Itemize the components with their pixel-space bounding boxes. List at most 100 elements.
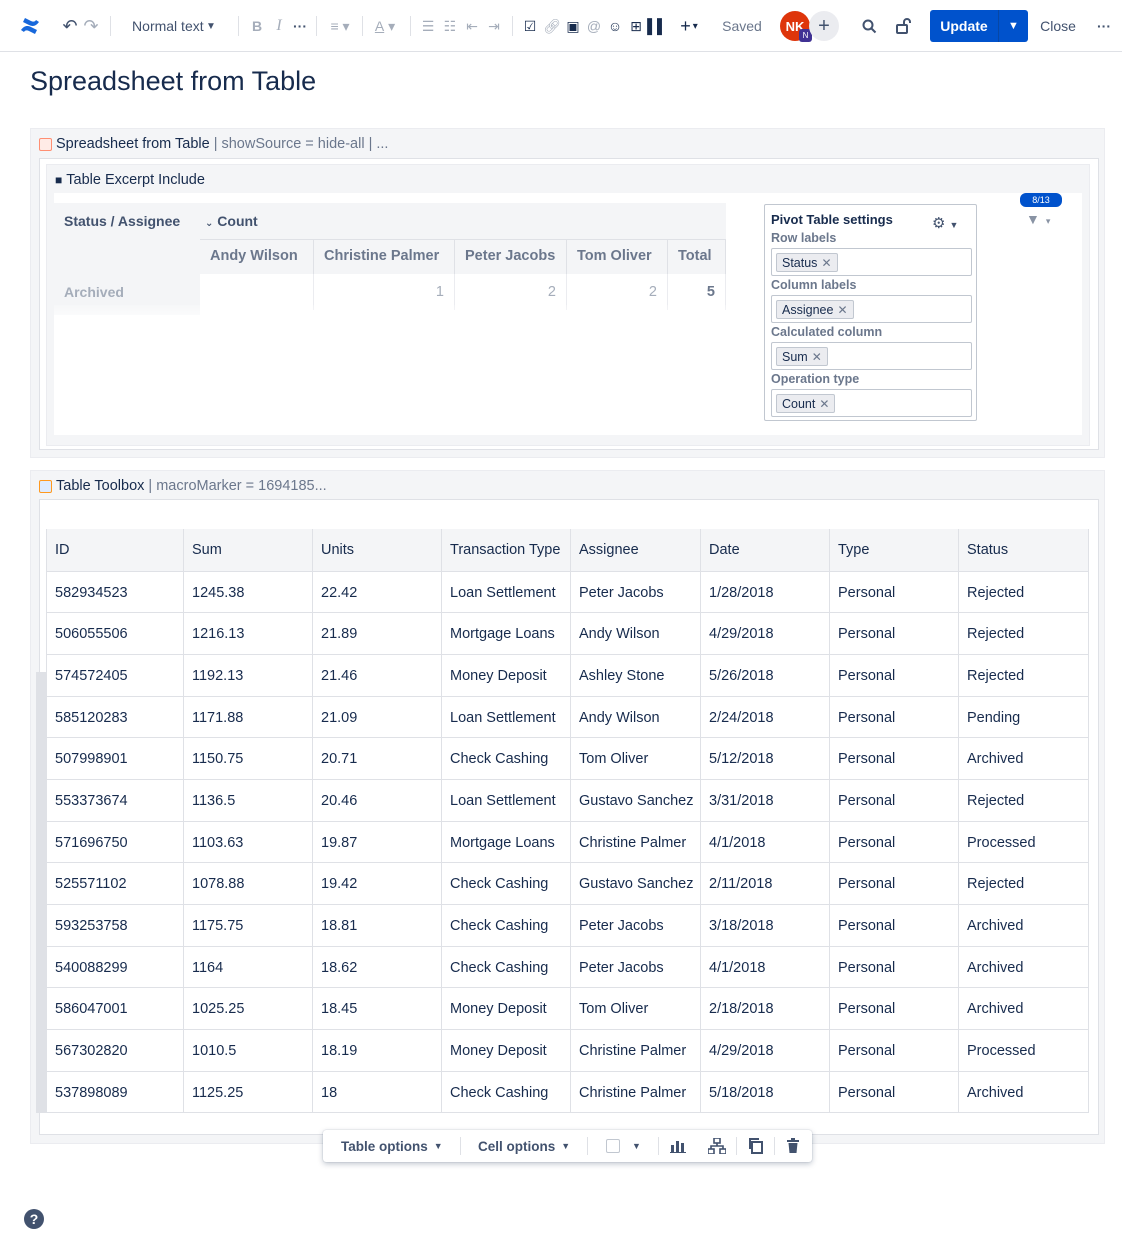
indent-icon[interactable]: ⇥ (486, 0, 502, 52)
insert-plus-icon[interactable]: + ▾ (674, 0, 704, 52)
table-cell[interactable]: Personal (830, 947, 959, 988)
table-cell[interactable]: Check Cashing (442, 1072, 571, 1113)
table-cell[interactable]: Christine Palmer (571, 1072, 701, 1113)
table-scrollbar[interactable] (36, 672, 46, 1113)
table-cell[interactable]: Archived (959, 988, 1089, 1030)
table-cell[interactable]: Personal (830, 863, 959, 905)
unlock-icon[interactable] (892, 0, 914, 52)
table-cell[interactable]: 5/26/2018 (701, 655, 830, 697)
outdent-icon[interactable]: ⇤ (464, 0, 480, 52)
table-header-cell[interactable]: ID (46, 529, 184, 572)
delete-icon[interactable] (786, 1130, 800, 1162)
more-actions-icon[interactable]: ··· (1094, 0, 1114, 52)
table-cell[interactable]: Rejected (959, 655, 1089, 697)
table-cell[interactable]: Personal (830, 1072, 959, 1113)
table-cell[interactable]: Money Deposit (442, 988, 571, 1030)
table-cell[interactable]: 586047001 (46, 988, 184, 1030)
table-cell[interactable]: 2/11/2018 (701, 863, 830, 905)
table-cell[interactable]: 1103.63 (184, 822, 313, 863)
table-cell[interactable]: Archived (959, 905, 1089, 947)
more-formatting-icon[interactable]: ··· (292, 0, 308, 52)
table-cell[interactable]: 582934523 (46, 572, 184, 613)
chart-icon[interactable] (670, 1130, 686, 1162)
text-color-icon[interactable]: A ▾ (370, 0, 400, 52)
table-header-cell[interactable]: Assignee (571, 529, 701, 572)
table-header-cell[interactable]: Units (313, 529, 442, 572)
table-cell[interactable]: 507998901 (46, 738, 184, 780)
filter-icon[interactable]: ▼ ▾ (1026, 211, 1050, 227)
table-cell[interactable]: Christine Palmer (571, 1030, 701, 1072)
table-cell[interactable]: Personal (830, 1030, 959, 1072)
table-cell[interactable]: Rejected (959, 613, 1089, 655)
table-cell[interactable]: 21.89 (313, 613, 442, 655)
table-cell[interactable]: Personal (830, 697, 959, 738)
operation-type-field[interactable]: Count ✕ (771, 389, 972, 417)
table-header-cell[interactable]: Transaction Type (442, 529, 571, 572)
table-cell[interactable]: 20.71 (313, 738, 442, 780)
table-cell[interactable]: 19.87 (313, 822, 442, 863)
table-cell[interactable]: 2/18/2018 (701, 988, 830, 1030)
table-cell[interactable]: 553373674 (46, 780, 184, 822)
link-icon[interactable]: 🔗︎ (543, 0, 561, 52)
table-header-cell[interactable]: Type (830, 529, 959, 572)
table-cell[interactable]: Archived (959, 1072, 1089, 1113)
layouts-icon[interactable]: ▌▌ (647, 0, 667, 52)
table-cell[interactable]: 1175.75 (184, 905, 313, 947)
table-cell[interactable]: Personal (830, 572, 959, 613)
table-cell[interactable]: 537898089 (46, 1072, 184, 1113)
table-cell[interactable]: 571696750 (46, 822, 184, 863)
table-cell[interactable]: Loan Settlement (442, 572, 571, 613)
table-cell[interactable]: 1025.25 (184, 988, 313, 1030)
table-cell[interactable]: Rejected (959, 780, 1089, 822)
copy-icon[interactable] (748, 1130, 764, 1162)
table-cell[interactable]: Archived (959, 738, 1089, 780)
mention-icon[interactable]: @ (586, 0, 602, 52)
confluence-logo-icon[interactable] (18, 0, 42, 52)
table-cell[interactable]: 19.42 (313, 863, 442, 905)
hierarchy-icon[interactable] (708, 1130, 726, 1162)
row-labels-field[interactable]: Status ✕ (771, 248, 972, 276)
cell-background-button[interactable]: ▼ (606, 1130, 641, 1162)
align-icon[interactable]: ≡ ▾ (326, 0, 354, 52)
remove-icon[interactable]: ✕ (821, 256, 831, 270)
table-cell[interactable]: Peter Jacobs (571, 947, 701, 988)
close-button[interactable]: Close (1036, 0, 1080, 52)
table-cell[interactable]: Andy Wilson (571, 613, 701, 655)
table-cell[interactable]: 3/31/2018 (701, 780, 830, 822)
numbered-list-icon[interactable]: ☷ (442, 0, 458, 52)
table-cell[interactable]: Rejected (959, 863, 1089, 905)
table-cell[interactable]: Archived (959, 947, 1089, 988)
table-cell[interactable]: Peter Jacobs (571, 905, 701, 947)
table-cell[interactable]: 4/29/2018 (701, 1030, 830, 1072)
table-cell[interactable]: 1078.88 (184, 863, 313, 905)
italic-icon[interactable]: I (272, 0, 286, 52)
table-options-button[interactable]: Table options ▼ (341, 1130, 443, 1162)
table-cell[interactable]: 18.62 (313, 947, 442, 988)
table-cell[interactable]: Check Cashing (442, 947, 571, 988)
table-header-cell[interactable]: Sum (184, 529, 313, 572)
table-cell[interactable]: 5/12/2018 (701, 738, 830, 780)
table-cell[interactable]: Pending (959, 697, 1089, 738)
table-header-cell[interactable]: Date (701, 529, 830, 572)
update-button[interactable]: Update ▼ (930, 10, 1028, 42)
table-cell[interactable]: Personal (830, 822, 959, 863)
invite-plus-icon[interactable]: + (809, 11, 839, 41)
table-cell[interactable]: Personal (830, 905, 959, 947)
table-cell[interactable]: 593253758 (46, 905, 184, 947)
table-icon[interactable]: ⊞ (628, 0, 644, 52)
table-cell[interactable]: 21.09 (313, 697, 442, 738)
table-cell[interactable]: Tom Oliver (571, 738, 701, 780)
table-cell[interactable]: 18 (313, 1072, 442, 1113)
bullet-list-icon[interactable]: ☰ (420, 0, 436, 52)
table-cell[interactable]: 1136.5 (184, 780, 313, 822)
table-cell[interactable]: 567302820 (46, 1030, 184, 1072)
table-cell[interactable]: Personal (830, 988, 959, 1030)
table-cell[interactable]: 1/28/2018 (701, 572, 830, 613)
gear-icon[interactable]: ⚙ ▼ (932, 214, 958, 232)
page-title[interactable]: Spreadsheet from Table (30, 66, 316, 97)
table-header-cell[interactable]: Status (959, 529, 1089, 572)
table-cell[interactable]: 574572405 (46, 655, 184, 697)
cell-options-button[interactable]: Cell options ▼ (478, 1130, 570, 1162)
table-cell[interactable]: 21.46 (313, 655, 442, 697)
text-style-dropdown[interactable]: Normal text ▼ (126, 0, 222, 52)
